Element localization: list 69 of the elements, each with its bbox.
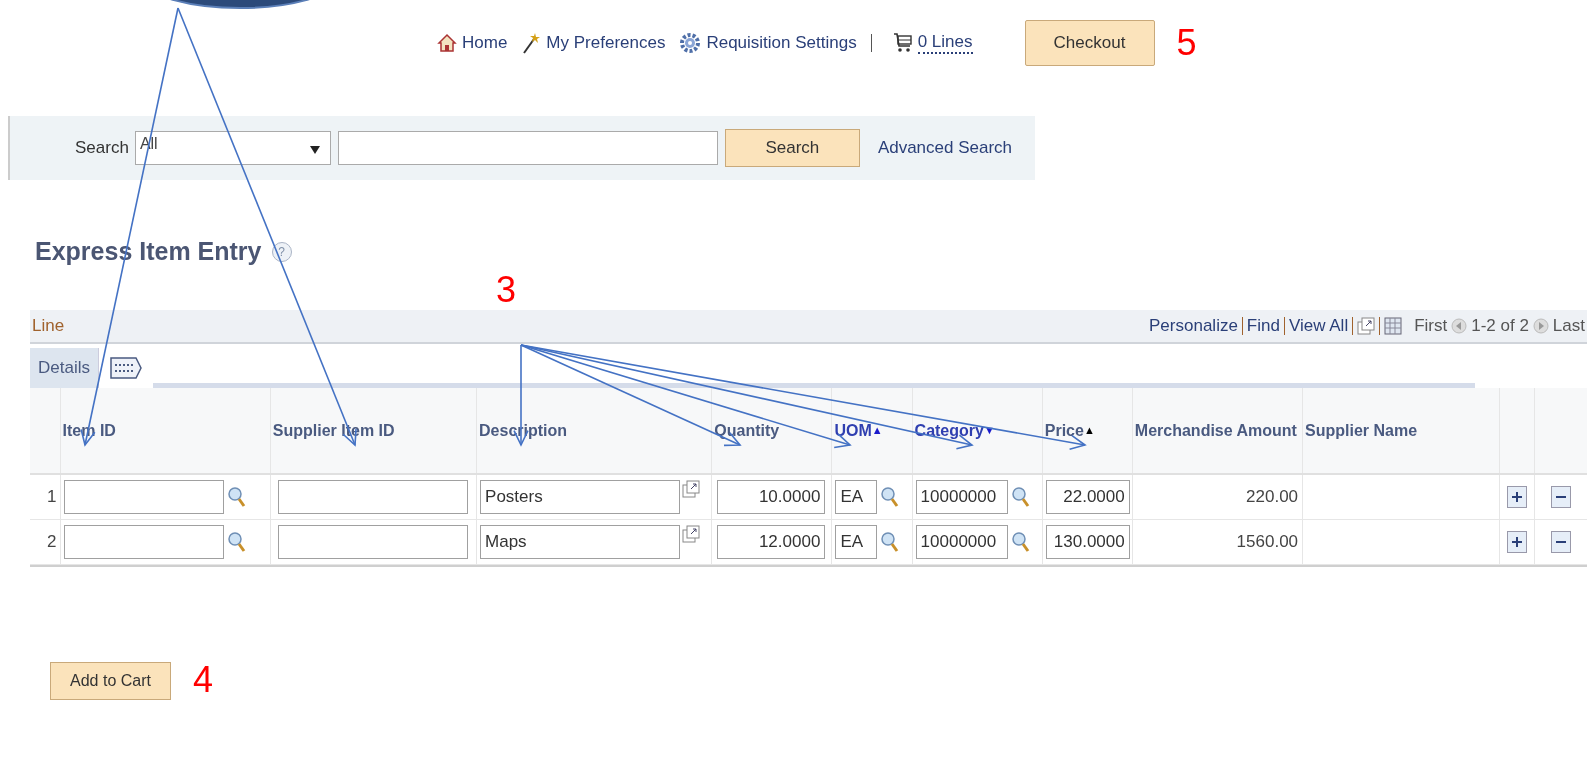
delete-row-button[interactable] [1551, 485, 1572, 508]
annotation-number: 5 [1176, 21, 1197, 65]
plus-icon [1512, 491, 1523, 502]
dropdown-arrow-icon [309, 146, 320, 154]
page-range: 1-2 of 2 [1471, 315, 1529, 338]
search-icon[interactable] [1011, 530, 1030, 553]
search-field[interactable] [337, 131, 718, 165]
sort-arrow[interactable]: ▲ [871, 422, 883, 439]
magic-wand-icon [521, 32, 542, 54]
price-field[interactable]: 130.0000 [1045, 524, 1130, 559]
search-icon[interactable] [227, 530, 246, 553]
column-header[interactable]: Quantity [714, 418, 780, 443]
row-number: 2 [47, 531, 57, 551]
merchandise-amount: 220.00 [1246, 487, 1299, 506]
merchandise-amount: 1560.00 [1236, 531, 1299, 551]
plus-icon [1512, 536, 1523, 547]
grid-title: Line [32, 315, 65, 338]
annotation-number: 4 [193, 659, 214, 700]
grid-link[interactable]: Find [1246, 313, 1280, 339]
column-header[interactable]: Merchandise Amount [1134, 418, 1297, 443]
column-header[interactable]: Supplier Name [1305, 418, 1418, 443]
new-window-icon[interactable] [1357, 317, 1376, 335]
category-field[interactable]: 10000000 [915, 479, 1008, 514]
add-row-button[interactable] [1507, 485, 1528, 508]
spreadsheet-icon[interactable] [1384, 317, 1403, 335]
nav-link[interactable]: Home [462, 30, 508, 56]
expand-icon[interactable] [682, 479, 701, 498]
nav-link[interactable]: Requisition Settings [706, 30, 857, 56]
cart-icon [892, 32, 913, 54]
search-icon[interactable] [1011, 485, 1030, 508]
sort-arrow[interactable]: ▲ [1083, 422, 1095, 439]
quantity-field[interactable]: 10.0000 [717, 479, 826, 514]
search-icon[interactable] [227, 485, 246, 508]
search-icon[interactable] [881, 485, 900, 508]
columns-icon [108, 356, 143, 380]
cart-lines-link[interactable]: 0 Lines [917, 32, 973, 54]
gear-icon [679, 32, 702, 54]
add-row-button[interactable] [1507, 530, 1528, 553]
row-number: 1 [47, 487, 57, 506]
annotation-number: 3 [496, 270, 517, 310]
search-button[interactable]: Search [724, 129, 860, 167]
grid-tab[interactable]: Details [30, 348, 99, 388]
first-label: First [1414, 315, 1448, 338]
item-id-field[interactable] [63, 479, 224, 514]
column-header[interactable]: UOM [834, 418, 872, 443]
column-header[interactable]: Price [1044, 418, 1084, 443]
expand-icon[interactable] [682, 524, 701, 543]
column-header[interactable]: Category [914, 418, 984, 443]
category-field[interactable]: 10000000 [915, 524, 1008, 559]
add-to-cart-button[interactable]: Add to Cart [50, 661, 171, 700]
checkout-button[interactable]: Checkout [1024, 20, 1155, 66]
item-id-field[interactable] [63, 524, 224, 559]
home-icon [437, 33, 457, 53]
grid-link[interactable]: Personalize [1149, 313, 1238, 339]
search-label: Search [75, 137, 129, 160]
quantity-field[interactable]: 12.0000 [717, 524, 826, 559]
uom-field[interactable]: EA [835, 479, 878, 514]
delete-row-button[interactable] [1551, 530, 1572, 553]
search-icon[interactable] [881, 530, 900, 553]
supplier-item-id-field[interactable] [277, 524, 468, 559]
uom-field[interactable]: EA [835, 524, 878, 559]
description-field[interactable]: Posters [480, 479, 681, 514]
nav-link[interactable]: My Preferences [546, 30, 666, 56]
description-field[interactable]: Maps [480, 524, 681, 559]
advanced-search-link[interactable]: Advanced Search [877, 135, 1013, 161]
supplier-item-id-field[interactable] [277, 479, 468, 514]
price-field[interactable]: 22.0000 [1045, 479, 1130, 514]
last-label: Last [1552, 315, 1585, 338]
grid-link[interactable]: View All [1288, 313, 1349, 339]
